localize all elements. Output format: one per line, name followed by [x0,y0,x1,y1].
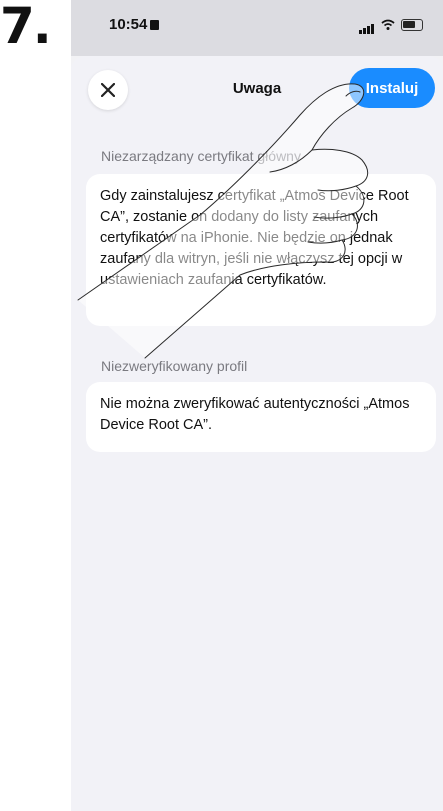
phone-screen: 10:54 Uwaga Instaluj Niezarządzany certy… [71,0,443,811]
status-icons [359,16,423,34]
section-header-unmanaged-cert: Niezarządzany certyfikat główny [101,148,301,164]
wifi-icon [381,19,395,30]
step-number: 7. [0,0,52,55]
unverified-profile-text: Nie można zweryfikować autentyczności „A… [100,396,410,433]
section-header-unverified-profile: Niezweryfikowany profil [101,358,248,374]
status-time: 10:54 [109,16,160,33]
unverified-profile-card: Nie można zweryfikować autentyczności „A… [86,382,436,452]
install-button[interactable]: Instaluj [349,68,435,108]
signal-icon [359,16,375,34]
battery-icon [401,19,423,31]
alert-sheet: Uwaga Instaluj Niezarządzany certyfikat … [71,56,443,811]
unmanaged-cert-card: Gdy zainstalujesz certyfikat „Atmos Devi… [86,174,436,326]
unmanaged-cert-text: Gdy zainstalujesz certyfikat „Atmos Devi… [100,188,409,288]
status-bar: 10:54 [71,0,443,56]
calendar-icon [150,20,160,30]
